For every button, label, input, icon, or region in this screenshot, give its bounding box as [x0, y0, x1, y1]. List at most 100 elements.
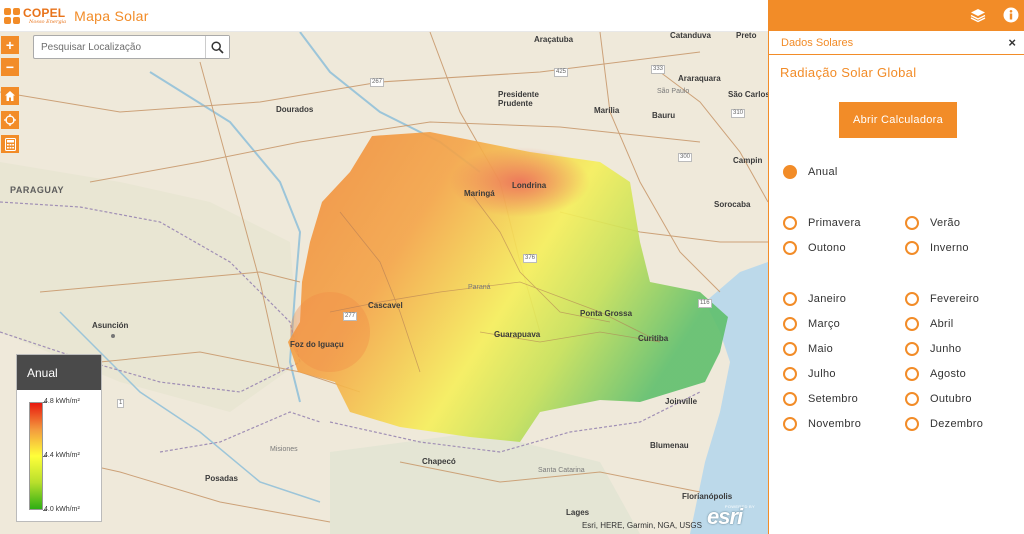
basemap: [0, 32, 768, 534]
label-paraguay: PARAGUAY: [10, 185, 65, 195]
close-button[interactable]: ×: [1008, 35, 1016, 50]
locate-button[interactable]: [1, 111, 19, 129]
info-icon[interactable]: [1003, 7, 1019, 23]
radio-primavera[interactable]: Primavera: [783, 216, 861, 230]
panel-header: Dados Solares ×: [769, 31, 1024, 55]
road-shield: 300: [678, 153, 693, 162]
radio-agosto[interactable]: Agosto: [905, 367, 966, 381]
map-attribution: Esri, HERE, Garmin, NGA, USGS: [581, 521, 702, 530]
layers-icon[interactable]: [970, 7, 986, 23]
label-blumenau: Blumenau: [650, 441, 689, 450]
radio-fevereiro[interactable]: Fevereiro: [905, 292, 979, 306]
radio-label: Abril: [930, 318, 954, 330]
radio-icon: [905, 317, 919, 331]
radio-outono[interactable]: Outono: [783, 241, 846, 255]
radio-setembro[interactable]: Setembro: [783, 392, 858, 406]
radio-janeiro[interactable]: Janeiro: [783, 292, 846, 306]
city-dot: [111, 334, 115, 338]
radio-abril[interactable]: Abril: [905, 317, 954, 331]
radio-icon: [905, 392, 919, 406]
copel-logo[interactable]: COPEL Nosso Energia: [0, 0, 66, 32]
label-bauru: Bauru: [652, 111, 676, 120]
label-posadas: Posadas: [205, 474, 238, 483]
radio-label: Janeiro: [808, 293, 847, 305]
label-maringa: Maringá: [464, 189, 495, 198]
zoom-in-button[interactable]: +: [1, 36, 19, 54]
road-shield: 1: [117, 399, 125, 408]
search-input[interactable]: [34, 36, 205, 58]
panel-subtitle: Radiação Solar Global: [780, 65, 917, 80]
label-parana: Paraná: [468, 284, 491, 291]
panel-title: Dados Solares: [781, 36, 854, 49]
esri-logo[interactable]: POWERED BY esri: [707, 504, 761, 530]
radio-icon: [905, 342, 919, 356]
label-lages: Lages: [566, 508, 590, 517]
radio-label: Dezembro: [930, 418, 984, 430]
radio-icon: [905, 417, 919, 431]
zoom-out-button[interactable]: −: [1, 58, 19, 76]
radio-verao[interactable]: Verão: [905, 216, 960, 230]
calculator-icon: [4, 137, 16, 151]
legend-min-label: 4.0 kWh/m²: [44, 506, 80, 513]
radio-anual[interactable]: Anual: [783, 165, 838, 179]
radio-icon: [905, 367, 919, 381]
home-button[interactable]: [1, 87, 19, 105]
label-catanduva: Catanduva: [670, 32, 711, 40]
label-dourados: Dourados: [276, 105, 314, 114]
app: COPEL Nosso Energia Mapa Solar PARAGUAY …: [0, 0, 1024, 534]
radio-label: Setembro: [808, 393, 859, 405]
radio-icon: [783, 417, 797, 431]
radio-novembro[interactable]: Novembro: [783, 417, 861, 431]
radio-label: Novembro: [808, 418, 862, 430]
radio-junho[interactable]: Junho: [905, 342, 961, 356]
header: COPEL Nosso Energia Mapa Solar: [0, 0, 768, 32]
legend-color-ramp: [29, 402, 43, 510]
radio-label: Primavera: [808, 217, 861, 229]
radio-selected-icon: [783, 165, 797, 179]
radio-label: Maio: [808, 343, 834, 355]
search-button[interactable]: [205, 36, 229, 58]
road-shield: 376: [523, 254, 538, 263]
side-panel: Dados Solares × Radiação Solar Global: [768, 0, 1024, 534]
radio-marco[interactable]: Março: [783, 317, 840, 331]
panel-toolbar: [769, 0, 1024, 31]
road-shield: 333: [651, 65, 666, 74]
label-misiones: Misiones: [270, 446, 298, 453]
radio-label: Fevereiro: [930, 293, 980, 305]
radio-label: Outubro: [930, 393, 972, 405]
radio-icon: [783, 292, 797, 306]
label-sao-carlos: São Carlos: [728, 90, 768, 99]
label-chapeco: Chapecó: [422, 457, 456, 466]
crosshair-icon: [4, 114, 16, 126]
road-shield: 425: [554, 68, 569, 77]
radio-dezembro[interactable]: Dezembro: [905, 417, 983, 431]
radio-label: Agosto: [930, 368, 967, 380]
radio-icon: [783, 216, 797, 230]
legend-mid-label: 4.4 kWh/m²: [44, 452, 80, 459]
label-curitiba: Curitiba: [638, 334, 669, 343]
calculator-button[interactable]: [1, 135, 19, 153]
radio-icon: [783, 367, 797, 381]
home-icon: [5, 91, 15, 101]
radio-icon: [783, 241, 797, 255]
radio-label: Julho: [808, 368, 836, 380]
radio-icon: [905, 292, 919, 306]
label-cascavel: Cascavel: [368, 301, 403, 310]
label-preto: Preto: [736, 32, 757, 40]
map-view[interactable]: PARAGUAY Asunción Foz do Iguaçu Cascavel…: [0, 32, 768, 534]
search-icon: [211, 40, 224, 54]
radio-icon: [783, 317, 797, 331]
radio-inverno[interactable]: Inverno: [905, 241, 969, 255]
label-campinas: Campin: [733, 156, 763, 165]
radio-label: Anual: [808, 166, 838, 178]
search-box: [33, 35, 230, 59]
radio-icon: [905, 241, 919, 255]
road-shield: 310: [731, 109, 746, 118]
radio-julho[interactable]: Julho: [783, 367, 836, 381]
open-calculator-button[interactable]: Abrir Calculadora: [839, 102, 957, 138]
radio-icon: [783, 342, 797, 356]
label-foz-do-iguacu: Foz do Iguaçu: [290, 340, 344, 349]
radio-maio[interactable]: Maio: [783, 342, 833, 356]
label-ponta-grossa: Ponta Grossa: [580, 309, 633, 318]
radio-outubro[interactable]: Outubro: [905, 392, 972, 406]
